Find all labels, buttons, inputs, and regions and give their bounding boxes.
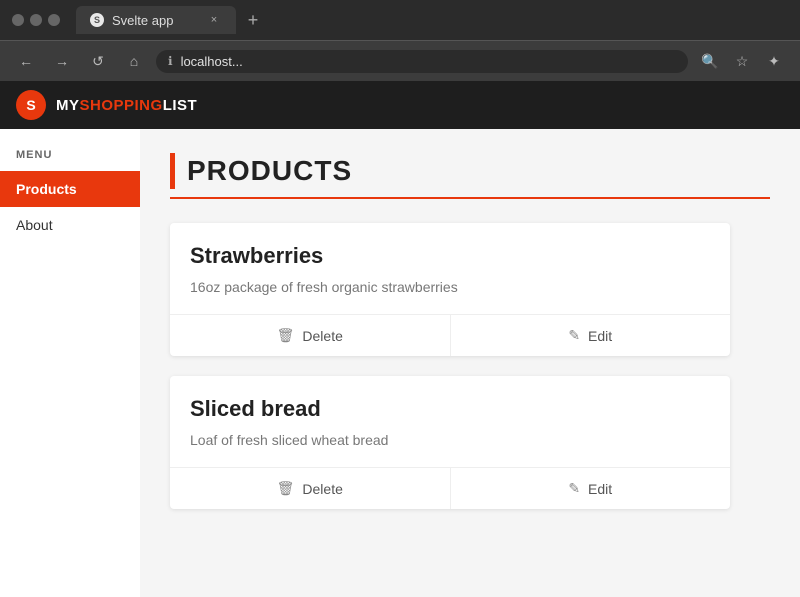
star-icon: ☆ xyxy=(736,53,749,70)
page-title: PRODUCTS xyxy=(187,155,352,187)
product-name: Sliced bread xyxy=(190,396,710,422)
back-icon: ← xyxy=(19,53,33,69)
sidebar: MENU Products About xyxy=(0,129,140,597)
delete-button[interactable]: 🗑 Delete xyxy=(170,315,451,356)
maximize-traffic-light[interactable] xyxy=(48,14,60,26)
edit-button[interactable]: ✎ Edit xyxy=(451,468,731,509)
tab-favicon-letter: S xyxy=(94,15,100,25)
delete-label: Delete xyxy=(302,481,342,497)
info-icon: ℹ xyxy=(168,54,173,68)
product-card-actions: 🗑 Delete ✎ Edit xyxy=(170,314,730,356)
tab-title: Svelte app xyxy=(112,13,198,28)
back-button[interactable]: ← xyxy=(12,47,40,75)
minimize-traffic-light[interactable] xyxy=(30,14,42,26)
reload-icon: ↺ xyxy=(92,53,104,70)
page-header-accent xyxy=(170,153,175,189)
collections-button[interactable]: ✦ xyxy=(760,47,788,75)
product-description: 16oz package of fresh organic strawberri… xyxy=(190,277,710,298)
browser-toolbar: ← → ↺ ⌂ ℹ localhost... 🔍 ☆ ✦ xyxy=(0,40,800,81)
home-icon: ⌂ xyxy=(130,53,138,69)
tab-favicon: S xyxy=(90,13,104,27)
app-title-list: LIST xyxy=(163,97,198,114)
forward-icon: → xyxy=(55,53,69,69)
sidebar-menu-label: MENU xyxy=(0,149,140,171)
forward-button[interactable]: → xyxy=(48,47,76,75)
product-card-actions: 🗑 Delete ✎ Edit xyxy=(170,467,730,509)
zoom-button[interactable]: 🔍 xyxy=(696,47,724,75)
app-logo: S xyxy=(16,90,46,120)
product-name: Strawberries xyxy=(190,243,710,269)
app-header: S MYSHOPPINGLIST xyxy=(0,81,800,129)
page-header: PRODUCTS xyxy=(170,153,770,199)
app-body: MENU Products About PRODUCTS Strawberrie… xyxy=(0,129,800,597)
product-card-body: Sliced bread Loaf of fresh sliced wheat … xyxy=(170,376,730,467)
toolbar-icons: 🔍 ☆ ✦ xyxy=(696,47,788,75)
product-card: Sliced bread Loaf of fresh sliced wheat … xyxy=(170,376,730,509)
edit-icon: ✎ xyxy=(568,480,580,497)
delete-button[interactable]: 🗑 Delete xyxy=(170,468,451,509)
edit-button[interactable]: ✎ Edit xyxy=(451,315,731,356)
address-text: localhost... xyxy=(181,54,676,69)
address-bar[interactable]: ℹ localhost... xyxy=(156,50,688,73)
traffic-lights xyxy=(12,14,60,26)
product-card-body: Strawberries 16oz package of fresh organ… xyxy=(170,223,730,314)
trash-icon: 🗑 xyxy=(277,327,295,344)
sidebar-item-about[interactable]: About xyxy=(0,207,140,243)
edit-label: Edit xyxy=(588,481,612,497)
close-traffic-light[interactable] xyxy=(12,14,24,26)
app-title-shopping: SHOPPING xyxy=(80,97,163,114)
zoom-icon: 🔍 xyxy=(701,53,718,70)
edit-icon: ✎ xyxy=(568,327,580,344)
edit-label: Edit xyxy=(588,328,612,344)
sidebar-item-products[interactable]: Products xyxy=(0,171,140,207)
tab-bar: S Svelte app × + xyxy=(68,6,788,34)
app-title: MYSHOPPINGLIST xyxy=(56,97,197,114)
app-title-my: MY xyxy=(56,97,80,114)
main-content: PRODUCTS Strawberries 16oz package of fr… xyxy=(140,129,800,597)
tab-close-button[interactable]: × xyxy=(206,12,222,28)
bookmark-button[interactable]: ☆ xyxy=(728,47,756,75)
home-button[interactable]: ⌂ xyxy=(120,47,148,75)
delete-label: Delete xyxy=(302,328,342,344)
new-tab-button[interactable]: + xyxy=(238,6,268,34)
collections-icon: ✦ xyxy=(768,53,780,70)
browser-tab[interactable]: S Svelte app × xyxy=(76,6,236,34)
product-card: Strawberries 16oz package of fresh organ… xyxy=(170,223,730,356)
reload-button[interactable]: ↺ xyxy=(84,47,112,75)
browser-titlebar: S Svelte app × + xyxy=(0,0,800,40)
trash-icon: 🗑 xyxy=(277,480,295,497)
product-description: Loaf of fresh sliced wheat bread xyxy=(190,430,710,451)
browser-window: S Svelte app × + ← → ↺ ⌂ ℹ loc xyxy=(0,0,800,597)
